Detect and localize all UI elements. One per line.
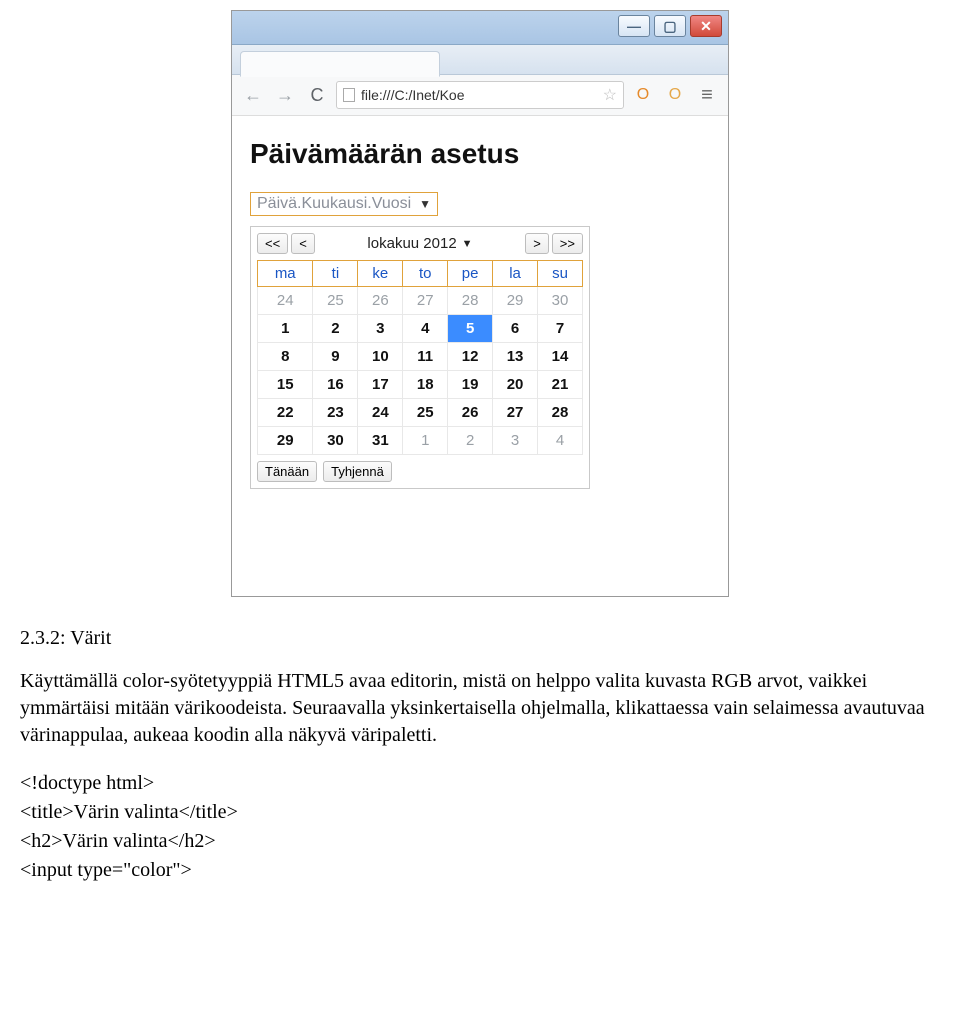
window-titlebar: — ▢ ✕ <box>232 11 728 45</box>
extension-icon-1[interactable]: O <box>630 82 656 108</box>
code-line: <input type="color"> <box>20 856 940 885</box>
calendar-day[interactable]: 27 <box>493 399 538 427</box>
date-input[interactable]: Päivä.Kuukausi.Vuosi ▼ <box>250 192 438 216</box>
file-icon <box>343 88 355 102</box>
calendar-day[interactable]: 8 <box>258 343 313 371</box>
code-line: <!doctype html> <box>20 769 940 798</box>
calendar-day[interactable]: 6 <box>493 315 538 343</box>
chevron-down-icon: ▼ <box>462 238 473 250</box>
calendar-day[interactable]: 22 <box>258 399 313 427</box>
calendar-day[interactable]: 29 <box>258 427 313 455</box>
calendar-day[interactable]: 16 <box>313 371 358 399</box>
weekday-header: ke <box>358 261 403 287</box>
calendar-day[interactable]: 28 <box>538 399 583 427</box>
forward-button[interactable]: → <box>272 82 298 108</box>
extension-icon-2[interactable]: O <box>662 82 688 108</box>
page-title: Päivämäärän asetus <box>250 138 710 170</box>
calendar-day[interactable]: 7 <box>538 315 583 343</box>
tab-strip <box>232 45 728 75</box>
calendar-day[interactable]: 23 <box>313 399 358 427</box>
calendar-day[interactable]: 3 <box>358 315 403 343</box>
reload-button[interactable]: C <box>304 82 330 108</box>
code-line: <h2>Värin valinta</h2> <box>20 827 940 856</box>
calendar-day[interactable]: 24 <box>358 399 403 427</box>
calendar-day[interactable]: 14 <box>538 343 583 371</box>
weekday-header: ti <box>313 261 358 287</box>
calendar-day[interactable]: 5 <box>448 315 493 343</box>
calendar-day[interactable]: 1 <box>258 315 313 343</box>
calendar-day[interactable]: 4 <box>403 315 448 343</box>
code-listing: <!doctype html> <title>Värin valinta</ti… <box>20 769 940 885</box>
arrow-right-icon: → <box>276 85 294 106</box>
calendar-day[interactable]: 3 <box>493 427 538 455</box>
datepicker-popup: << < lokakuu 2012 ▼ > >> matiketopelasu … <box>250 226 590 489</box>
calendar-day[interactable]: 12 <box>448 343 493 371</box>
calendar-day[interactable]: 2 <box>313 315 358 343</box>
weekday-header: pe <box>448 261 493 287</box>
date-placeholder: Päivä.Kuukausi.Vuosi <box>257 195 411 213</box>
calendar-day[interactable]: 18 <box>403 371 448 399</box>
month-selector[interactable]: lokakuu 2012 ▼ <box>367 235 472 252</box>
calendar-day[interactable]: 4 <box>538 427 583 455</box>
window-minimize-button[interactable]: — <box>618 15 650 37</box>
browser-window: — ▢ ✕ ← → C file:///C:/Inet/Koe ☆ O O ≡ … <box>231 10 729 597</box>
calendar-day[interactable]: 9 <box>313 343 358 371</box>
page-content: Päivämäärän asetus Päivä.Kuukausi.Vuosi … <box>232 116 728 596</box>
weekday-header: ma <box>258 261 313 287</box>
address-bar[interactable]: file:///C:/Inet/Koe ☆ <box>336 81 624 109</box>
url-text: file:///C:/Inet/Koe <box>361 87 465 103</box>
hamburger-menu-icon[interactable]: ≡ <box>694 82 720 108</box>
clear-button[interactable]: Tyhjennä <box>323 461 392 482</box>
calendar-day[interactable]: 30 <box>313 427 358 455</box>
window-close-button[interactable]: ✕ <box>690 15 722 37</box>
calendar-day[interactable]: 28 <box>448 287 493 315</box>
month-label: lokakuu 2012 <box>367 235 456 252</box>
calendar-day[interactable]: 26 <box>448 399 493 427</box>
code-line: <title>Värin valinta</title> <box>20 798 940 827</box>
calendar-day[interactable]: 27 <box>403 287 448 315</box>
calendar-day[interactable]: 17 <box>358 371 403 399</box>
calendar-day[interactable]: 25 <box>313 287 358 315</box>
calendar-day[interactable]: 15 <box>258 371 313 399</box>
calendar-day[interactable]: 25 <box>403 399 448 427</box>
calendar-day[interactable]: 19 <box>448 371 493 399</box>
body-paragraph: Käyttämällä color-syötetyyppiä HTML5 ava… <box>20 668 940 749</box>
back-button[interactable]: ← <box>240 82 266 108</box>
calendar-day[interactable]: 2 <box>448 427 493 455</box>
dropdown-triangle-icon: ▼ <box>419 197 431 211</box>
calendar-day[interactable]: 31 <box>358 427 403 455</box>
bookmark-star-icon[interactable]: ☆ <box>603 85 617 105</box>
window-maximize-button[interactable]: ▢ <box>654 15 686 37</box>
section-heading: 2.3.2: Värit <box>20 627 940 650</box>
calendar-day[interactable]: 1 <box>403 427 448 455</box>
calendar-day[interactable]: 11 <box>403 343 448 371</box>
prev-month-button[interactable]: < <box>291 233 315 254</box>
browser-toolbar: ← → C file:///C:/Inet/Koe ☆ O O ≡ <box>232 75 728 116</box>
weekday-header: to <box>403 261 448 287</box>
calendar-grid: matiketopelasu 2425262728293012345678910… <box>257 260 583 455</box>
calendar-day[interactable]: 10 <box>358 343 403 371</box>
weekday-header: la <box>493 261 538 287</box>
calendar-day[interactable]: 26 <box>358 287 403 315</box>
calendar-day[interactable]: 29 <box>493 287 538 315</box>
calendar-day[interactable]: 24 <box>258 287 313 315</box>
arrow-left-icon: ← <box>244 85 262 106</box>
calendar-day[interactable]: 13 <box>493 343 538 371</box>
next-month-button[interactable]: > <box>525 233 549 254</box>
next-year-button[interactable]: >> <box>552 233 583 254</box>
prev-year-button[interactable]: << <box>257 233 288 254</box>
calendar-day[interactable]: 30 <box>538 287 583 315</box>
calendar-day[interactable]: 21 <box>538 371 583 399</box>
browser-tab[interactable] <box>240 51 440 77</box>
calendar-day[interactable]: 20 <box>493 371 538 399</box>
today-button[interactable]: Tänään <box>257 461 317 482</box>
weekday-header: su <box>538 261 583 287</box>
reload-icon: C <box>311 85 324 106</box>
